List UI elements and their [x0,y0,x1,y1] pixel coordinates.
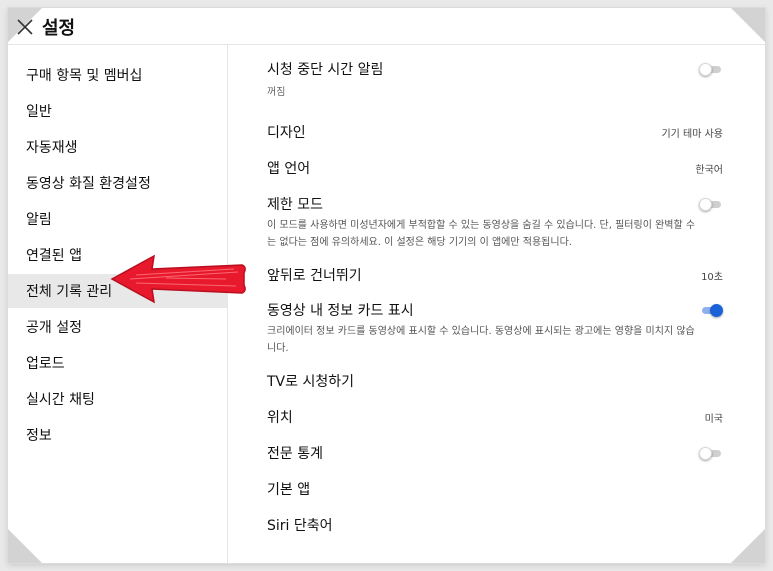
sidebar-item-purchases[interactable]: 구매 항목 및 멤버십 [8,58,227,92]
setting-app-language[interactable]: 앱 언어 한국어 [267,158,723,178]
setting-label: 동영상 내 정보 카드 표시 [267,303,414,319]
setting-stats-for-nerds[interactable]: 전문 통계 [267,443,723,463]
restricted-mode-toggle[interactable] [699,198,723,211]
setting-siri-shortcuts[interactable]: Siri 단축어 [267,515,723,535]
settings-window: 설정 구매 항목 및 멤버십 일반 자동재생 동영상 화질 환경설정 알림 연결… [8,8,765,563]
sidebar-item-about[interactable]: 정보 [8,418,227,452]
close-icon[interactable] [16,18,34,36]
setting-value: 미국 [704,414,723,425]
sidebar-item-general[interactable]: 일반 [8,94,227,128]
page-title: 설정 [42,18,76,39]
setting-label: 앞뒤로 건너뛰기 [267,268,362,284]
setting-design[interactable]: 디자인 기기 테마 사용 [267,122,723,142]
setting-label: 전문 통계 [267,446,323,462]
setting-info-cards[interactable]: 동영상 내 정보 카드 표시 크리에이터 정보 카드를 동영상에 표시할 수 있… [267,300,723,357]
setting-description: 이 모드를 사용하면 미성년자에게 부적합할 수 있는 동영상을 숨길 수 있습… [267,220,696,248]
setting-label: 시청 중단 시간 알림 [267,62,384,78]
setting-watch-on-tv[interactable]: TV로 시청하기 [267,371,723,391]
setting-label: Siri 단축어 [267,518,333,534]
sidebar-item-video-quality[interactable]: 동영상 화질 환경설정 [8,166,227,200]
setting-description: 크리에이터 정보 카드를 동영상에 표시할 수 있습니다. 동영상에 표시되는 … [267,326,695,354]
setting-label: 제한 모드 [267,197,323,213]
settings-panel: 시청 중단 시간 알림 꺼짐 디자인 기기 테마 사용 앱 언어 한국어 제한 … [228,45,765,563]
stats-toggle[interactable] [699,447,723,460]
setting-label: 기본 앱 [267,482,311,498]
setting-label: 디자인 [267,125,306,141]
header: 설정 [8,8,765,45]
setting-label: 위치 [267,410,293,426]
setting-value: 10초 [701,272,723,283]
sidebar-item-uploads[interactable]: 업로드 [8,346,227,380]
setting-break-reminder[interactable]: 시청 중단 시간 알림 꺼짐 [267,59,723,98]
sidebar-item-autoplay[interactable]: 자동재생 [8,130,227,164]
sidebar-item-privacy[interactable]: 공개 설정 [8,310,227,344]
info-cards-toggle[interactable] [699,304,723,317]
setting-label: 앱 언어 [267,161,311,177]
annotation-arrow-icon [106,252,248,306]
setting-label: TV로 시청하기 [267,374,354,390]
setting-restricted-mode[interactable]: 제한 모드 이 모드를 사용하면 미성년자에게 부적합할 수 있는 동영상을 숨… [267,194,723,251]
setting-status: 꺼짐 [267,87,286,98]
setting-value: 한국어 [695,165,723,176]
setting-seek[interactable]: 앞뒤로 건너뛰기 10초 [267,265,723,285]
setting-default-apps[interactable]: 기본 앱 [267,479,723,499]
setting-location[interactable]: 위치 미국 [267,407,723,427]
sidebar-item-live-chat[interactable]: 실시간 채팅 [8,382,227,416]
sidebar-item-notifications[interactable]: 알림 [8,202,227,236]
break-reminder-toggle[interactable] [699,63,723,76]
setting-value: 기기 테마 사용 [661,129,723,140]
